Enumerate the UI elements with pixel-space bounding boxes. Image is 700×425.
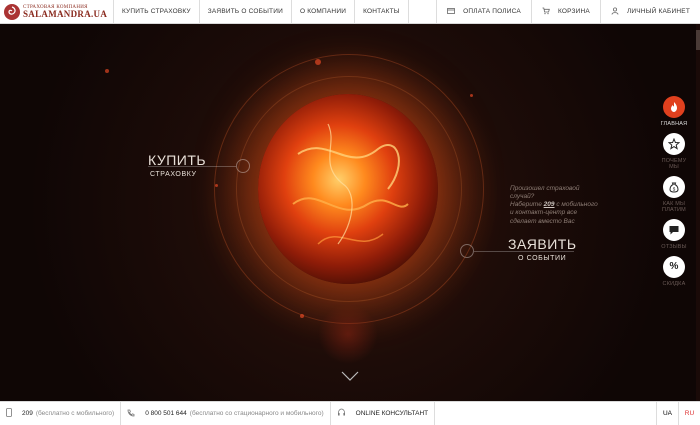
salamander-logo-icon [4,3,20,20]
side-nav-how-we-pay-label: КАК МЫ ПЛАТИМ [662,201,686,214]
incident-line: Произошел страховой [510,185,580,192]
cart-icon [542,7,550,17]
spark [315,59,321,65]
side-nav-home-label: ГЛАВНАЯ [660,121,688,127]
spark [300,314,304,318]
phone-long-number: 0 800 501 644 [145,410,187,417]
online-consultant-label: ONLINE КОНСУЛЬТАНТ [355,410,429,417]
top-bar: СТРАХОВАЯ КОМПАНИЯ SALAMANDRA.UA КУПИТЬ … [0,0,700,24]
cart-link[interactable]: КОРЗИНА [530,0,600,23]
fire-orb [258,94,438,284]
scrollbar[interactable] [696,24,700,401]
nav-about[interactable]: О КОМПАНИИ [292,0,356,23]
account-label: ЛИЧНЫЙ КАБИНЕТ [626,8,690,15]
phone-long-link[interactable]: 0 800 501 644 (бесплатно со стационарног… [121,402,331,425]
side-nav: ГЛАВНАЯ ПОЧЕМУ МЫ $ КАК МЫ ПЛАТИМ ОТЗЫВЫ… [652,96,696,292]
phone-short-number: 209 [22,410,33,417]
fire-icon [662,96,685,118]
headset-icon [337,408,346,419]
side-nav-how-we-pay-label-line: КАК МЫ [662,200,686,207]
side-nav-why-us-label-line: ПОЧЕМУ [661,157,687,164]
nav-buy-insurance[interactable]: КУПИТЬ СТРАХОВКУ [114,0,200,23]
user-icon [611,6,619,17]
buy-subtitle: СТРАХОВКУ [150,171,197,178]
side-nav-discount-label: СКИДКА [662,280,686,287]
account-link[interactable]: ЛИЧНЫЙ КАБИНЕТ [599,0,700,23]
buy-node-icon[interactable] [236,159,250,173]
claim-title: ЗАЯВИТЬ [508,236,577,252]
side-nav-home[interactable]: ГЛАВНАЯ [661,96,688,128]
incident-line: Наберите [510,201,544,209]
spark [105,69,109,73]
claim-node-icon[interactable] [460,244,474,258]
payment-link[interactable]: ОПЛАТА ПОЛИСА [436,0,531,23]
scrollbar-thumb[interactable] [696,30,700,50]
phone-icon [127,409,135,419]
phone-short-note: (бесплатно с мобильного) [35,410,115,417]
side-nav-how-we-pay-label-line: ПЛАТИМ [662,207,686,214]
report-event-link[interactable]: ЗАЯВИТЬ О СОБЫТИИ [508,236,577,262]
star-icon [662,132,685,155]
buy-insurance-link[interactable]: КУПИТЬ СТРАХОВКУ [148,152,206,178]
incident-line: сделает вместо Вас [510,217,575,225]
hero: КУПИТЬ СТРАХОВКУ Произошел страховой слу… [0,24,700,401]
comment-icon [662,218,685,241]
nav-contacts[interactable]: КОНТАКТЫ [355,0,409,23]
incident-note: Произошел страховой случай? Наберите 209… [510,185,620,226]
bottom-bar: 209 (бесплатно с мобильного) 0 800 501 6… [0,401,700,425]
cart-label: КОРЗИНА [557,8,590,15]
side-nav-why-us-label-line: МЫ [669,164,679,171]
nav-report-event[interactable]: ЗАЯВИТЬ О СОБЫТИИ [200,0,292,23]
phone-long-note: (бесплатно со стационарного и мобильного… [189,410,324,417]
side-nav-how-we-pay[interactable]: $ КАК МЫ ПЛАТИМ [662,175,686,214]
side-nav-reviews[interactable]: ОТЗЫВЫ [661,218,687,251]
flame-tail [318,304,378,364]
spark [470,94,473,97]
side-nav-why-us[interactable]: ПОЧЕМУ МЫ [662,132,687,171]
side-nav-discount[interactable]: % СКИДКА [662,255,686,288]
incident-phone-number[interactable]: 209 [544,201,555,208]
incident-line: с мобильного [554,201,598,209]
side-nav-reviews-label: ОТЗЫВЫ [661,243,687,250]
payment-icon [447,7,456,17]
payment-label: ОПЛАТА ПОЛИСА [463,8,521,15]
side-nav-why-us-label: ПОЧЕМУ МЫ [662,158,687,171]
money-bag-icon: $ [663,175,685,198]
claim-subtitle: О СОБЫТИИ [518,255,567,262]
svg-text:$: $ [673,186,676,191]
logo-title: SALAMANDRA.UA [23,8,108,19]
incident-line: и контакт-центр все [510,209,578,217]
lang-ua[interactable]: UA [656,402,678,425]
chevron-down-icon[interactable] [340,369,360,383]
phone-short-link[interactable]: 209 (бесплатно с мобильного) [0,402,122,425]
spark [215,184,218,187]
buy-title: КУПИТЬ [148,152,207,168]
lang-ru[interactable]: RU [678,402,700,425]
logo[interactable]: СТРАХОВАЯ КОМПАНИЯ SALAMANDRA.UA [0,0,114,23]
online-consultant-link[interactable]: ONLINE КОНСУЛЬТАНТ [331,402,436,425]
mobile-phone-icon [6,408,12,419]
percent-icon: % [663,255,685,278]
